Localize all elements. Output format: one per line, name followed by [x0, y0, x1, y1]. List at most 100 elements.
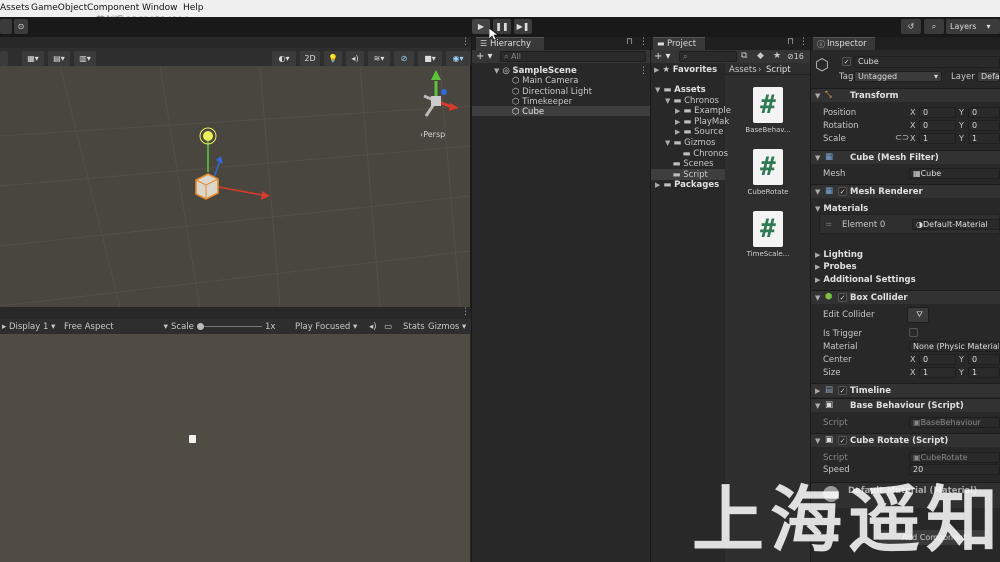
maximize-icon[interactable]: ▭	[384, 322, 392, 332]
scale-y-field[interactable]: 1	[968, 133, 1000, 144]
mesh-filter-header[interactable]: ▼ ▦ Cube (Mesh Filter)	[811, 150, 1000, 164]
mute-icon[interactable]: ◂)	[369, 322, 377, 332]
drag-handle-icon[interactable]: =	[825, 220, 832, 230]
transform-header[interactable]: ▼ ⤡ Transform	[811, 88, 1000, 102]
csharp-script-icon[interactable]: #	[753, 87, 783, 123]
project-tree-item[interactable]: ▼ ▬ Chronos	[665, 96, 719, 106]
step-button[interactable]: ▶❚	[514, 19, 532, 34]
box-collider-enabled-checkbox[interactable]: ✓	[838, 293, 847, 302]
more-options-icon[interactable]: ⋮	[461, 307, 470, 317]
foldout-icon[interactable]: ▼	[665, 97, 670, 105]
game-canvas[interactable]	[0, 334, 470, 562]
more-options-icon[interactable]: ⋮	[639, 37, 648, 47]
project-tree-item[interactable]: ▼ ▬ Assets	[655, 85, 706, 95]
scene-view[interactable]: ⋮ ▦▾ ▤▾ ▥▾ ◐▾ 2D 💡 ◂) ≋▾ ⊘ ■▾ ◉▾ ‹Persp	[0, 37, 471, 307]
camera-icon[interactable]: ■▾	[418, 51, 442, 66]
tab-inspector[interactable]: ⓘ Inspector	[813, 37, 875, 50]
rotation-x-field[interactable]: 0	[919, 120, 956, 131]
lock-icon[interactable]: ⊓	[626, 37, 633, 47]
csharp-script-icon[interactable]: #	[753, 211, 783, 247]
display-dropdown[interactable]: ▸ Display 1 ▾	[2, 322, 55, 332]
gizmos-button[interactable]: Gizmos ▾	[428, 322, 466, 332]
foldout-icon[interactable]	[665, 160, 669, 168]
layers-dropdown[interactable]: Layers ▾	[946, 19, 1000, 34]
cube-rotate-header[interactable]: ▼ ▣ ✓ Cube Rotate (Script)	[811, 433, 1000, 447]
link-icon[interactable]: ⊂⊃	[895, 133, 909, 143]
menu-gameobject[interactable]: GameObject	[31, 3, 87, 13]
create-button[interactable]: + ▾	[654, 51, 671, 62]
speed-field[interactable]: 20	[909, 464, 1000, 475]
csharp-script-icon[interactable]: #	[753, 149, 783, 185]
scale-slider[interactable]	[198, 326, 262, 327]
scene-options-icon[interactable]: ⋮	[639, 66, 648, 76]
audio-icon[interactable]: ◂)	[346, 51, 364, 66]
project-search-input[interactable]: ⌕	[679, 51, 737, 62]
materials-foldout[interactable]: ▼ Materials	[815, 204, 868, 214]
foldout-icon[interactable]: ▶	[675, 107, 680, 115]
project-tree-item[interactable]: ▶ ▬ Source	[675, 127, 723, 137]
foldout-icon[interactable]: ▼	[655, 86, 660, 94]
scene-canvas[interactable]	[0, 66, 470, 307]
box-collider-header[interactable]: ▼ ⬢ ✓ Box Collider	[811, 290, 1000, 304]
grid-icon[interactable]: ▤▾	[48, 51, 70, 66]
menu-component[interactable]: Component	[87, 3, 139, 13]
cloud-icon[interactable]: ⊙	[14, 19, 28, 34]
tag-dropdown[interactable]: Untagged ▾	[854, 71, 942, 82]
foldout-icon[interactable]: ▶	[655, 181, 660, 189]
project-tree-item[interactable]: ▶ ▬ PlayMak	[675, 117, 729, 127]
foldout-icon[interactable]: ▶	[675, 128, 680, 136]
hierarchy-search-input[interactable]: ⌕ All	[500, 51, 646, 62]
breadcrumb-script[interactable]: Script	[766, 65, 791, 75]
active-checkbox[interactable]: ✓	[842, 57, 851, 66]
hierarchy-item-cube[interactable]: ⬡ Cube	[512, 107, 544, 117]
foldout-icon[interactable]	[675, 150, 679, 158]
play-focused-dropdown[interactable]: Play Focused ▾	[295, 322, 357, 332]
tab-hierarchy[interactable]: ☰ Hierarchy	[476, 37, 544, 50]
hierarchy-item-main-camera[interactable]: ⬡ Main Camera	[512, 76, 578, 86]
lock-icon[interactable]: ⊓	[787, 37, 794, 47]
effects-icon[interactable]: ≋▾	[368, 51, 390, 66]
mesh-field[interactable]: ▦Cube	[909, 168, 1000, 179]
breadcrumb-assets[interactable]: Assets	[729, 65, 757, 75]
foldout-icon[interactable]: ▼	[665, 139, 670, 147]
lighting-icon[interactable]: 💡	[324, 51, 342, 66]
gizmos-icon[interactable]: ◉▾	[446, 51, 470, 66]
menu-window[interactable]: Window	[142, 3, 178, 13]
element-material-field[interactable]: ◑Default-Material	[912, 219, 1000, 230]
hidden-objects-icon[interactable]: ⊘	[394, 51, 414, 66]
favorite-star-icon[interactable]: ★	[773, 51, 781, 61]
project-tree-item[interactable]: ▬ Script	[665, 170, 707, 180]
object-name-field[interactable]: Cube	[854, 56, 1000, 68]
project-tree-item[interactable]: ▶ ▬ Example	[675, 106, 731, 116]
scene-row[interactable]: ▼ ◎ SampleScene	[494, 66, 577, 76]
persp-label[interactable]: ‹Persp	[420, 130, 445, 139]
timeline-enabled-checkbox[interactable]: ✓	[838, 386, 847, 395]
position-y-field[interactable]: 0	[968, 107, 1000, 118]
center-y-field[interactable]: 0	[968, 354, 1000, 365]
rotation-y-field[interactable]: 0	[968, 120, 1000, 131]
shading-icon[interactable]: ◐▾	[272, 51, 296, 66]
foldout-icon[interactable]: ▶	[675, 118, 680, 126]
lighting-foldout[interactable]: ▶ Lighting	[815, 250, 863, 260]
mesh-renderer-enabled-checkbox[interactable]: ✓	[838, 187, 847, 196]
more-options-icon[interactable]: ⋮	[461, 37, 470, 47]
scale-slider-handle[interactable]	[197, 323, 204, 330]
menu-assets[interactable]: Assets	[0, 3, 29, 13]
account-button[interactable]	[0, 19, 12, 34]
scale-x-field[interactable]: 1	[919, 133, 956, 144]
layer-dropdown[interactable]: Defau	[977, 71, 1000, 82]
size-x-field[interactable]: 1	[919, 367, 956, 378]
project-tree-item[interactable]: ▼ ▬ Gizmos	[665, 138, 715, 148]
view-2d-button[interactable]: 2D	[300, 51, 320, 66]
size-y-field[interactable]: 1	[968, 367, 1000, 378]
menu-help[interactable]: Help	[183, 3, 204, 13]
snap-icon[interactable]: ▥▾	[74, 51, 96, 66]
cube-rotate-enabled-checkbox[interactable]: ✓	[838, 436, 847, 445]
project-tree-item[interactable]: ▶ ▬ Packages	[655, 180, 719, 190]
edit-collider-button[interactable]: ⛛	[907, 307, 929, 323]
filter-type-icon[interactable]: ⧉	[741, 51, 747, 61]
base-behaviour-header[interactable]: ▼ ▣ Base Behaviour (Script)	[811, 398, 1000, 412]
search-icon[interactable]: ⌕	[924, 19, 944, 34]
timeline-header[interactable]: ▶ ▤ ✓ Timeline	[811, 383, 1000, 397]
position-x-field[interactable]: 0	[919, 107, 956, 118]
